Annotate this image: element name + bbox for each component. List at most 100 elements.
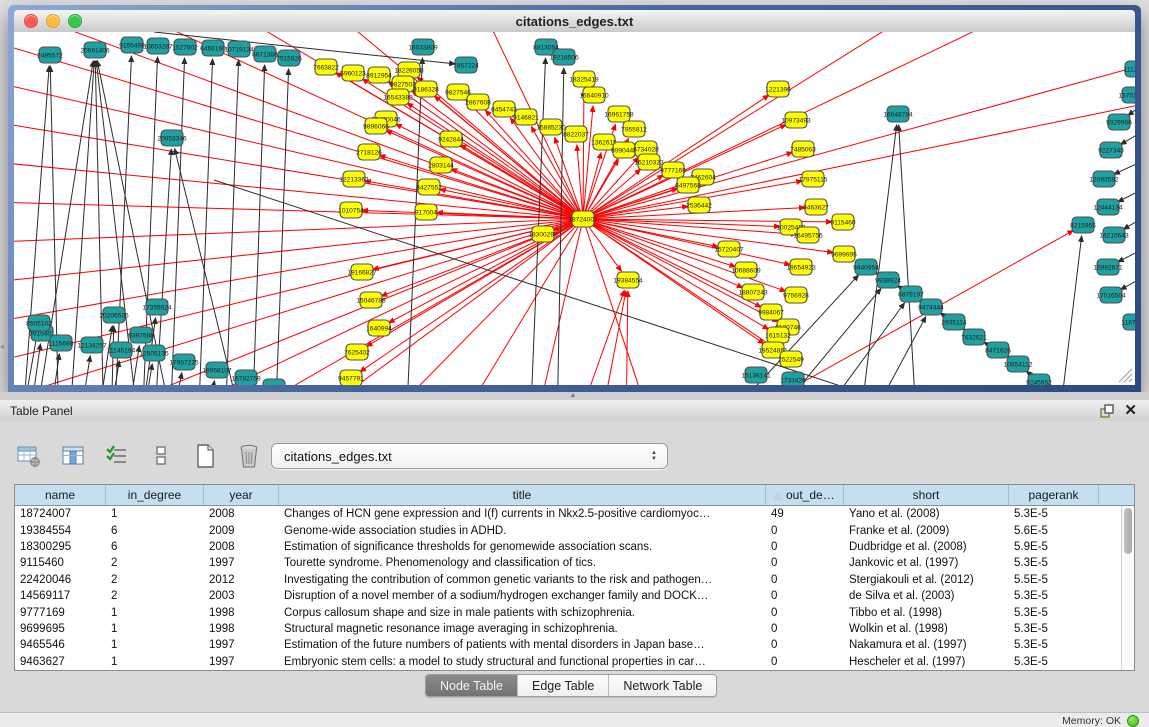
table-cell[interactable]: Tibbo et al. (1998) [844, 607, 1009, 619]
graph-node[interactable]: 9777169 [660, 162, 686, 178]
table-cell[interactable]: 9463627 [15, 656, 106, 668]
graph-node[interactable]: 15136141 [741, 367, 771, 383]
graph-node[interactable]: 16495756 [793, 227, 823, 243]
graph-node[interactable]: 20053346 [157, 130, 187, 146]
graph-node[interactable]: 15751074 [1118, 87, 1135, 103]
table-cell[interactable]: Hescheler et al. (1997) [844, 656, 1009, 668]
graph-node[interactable]: 7485063 [790, 141, 816, 157]
graph-node[interactable]: 2935114 [941, 314, 967, 330]
table-row[interactable]: 1938455462009Genome-wide association stu… [15, 522, 1134, 538]
table-cell[interactable]: 5.5E-5 [1009, 574, 1099, 586]
table-row[interactable]: 946554611997Estimation of the future num… [15, 637, 1134, 653]
graph-edge[interactable] [599, 291, 626, 385]
graph-node[interactable]: 15992871 [1093, 259, 1123, 275]
sidebar-collapse-handle[interactable]: ◂ [0, 338, 7, 356]
graph-node[interactable]: 9329966 [1106, 114, 1132, 130]
table-cell[interactable]: 2008 [204, 508, 279, 520]
table-cell[interactable]: 2012 [204, 574, 279, 586]
graph-edge[interactable] [583, 102, 1135, 219]
table-cell[interactable]: 2 [106, 557, 204, 569]
graph-node[interactable]: 12505135 [139, 345, 169, 361]
table-cell[interactable]: 1 [106, 607, 204, 619]
graph-node[interactable]: 16543382 [383, 89, 413, 105]
column-header-in_degree[interactable]: in_degree [106, 485, 204, 505]
graph-node[interactable]: 10653287 [143, 38, 173, 54]
graph-edge[interactable] [1058, 236, 1082, 385]
graph-node[interactable]: 7625402 [344, 344, 370, 360]
graph-node[interactable]: 20206506 [99, 307, 129, 323]
graph-node[interactable]: 12213363 [339, 171, 369, 187]
graph-edge[interactable] [1114, 158, 1135, 174]
table-cell[interactable]: 18724007 [15, 508, 106, 520]
table-cell[interactable]: 1 [106, 656, 204, 668]
graph-node[interactable]: 19654923 [786, 259, 816, 275]
graph-node[interactable]: 16961758 [604, 106, 634, 122]
graph-node[interactable]: 917004 [415, 204, 437, 220]
float-panel-icon[interactable] [1100, 404, 1114, 418]
graph-node[interactable]: 1115688 [49, 335, 74, 351]
graph-node[interactable]: 12093582 [1089, 171, 1119, 187]
graph-edge[interactable] [864, 317, 926, 385]
table-cell[interactable]: 2 [106, 590, 204, 602]
table-cell[interactable]: Franke et al. (2009) [844, 525, 1009, 537]
table-cell[interactable]: 0 [766, 590, 844, 602]
panel-splitter[interactable]: ▲ [0, 392, 1149, 400]
graph-node[interactable]: 5960123 [340, 65, 366, 81]
graph-edge[interactable] [530, 58, 546, 385]
graph-node[interactable]: 2536442 [686, 197, 712, 213]
graph-node[interactable]: 9457791 [338, 370, 364, 385]
table-cell[interactable]: 0 [766, 623, 844, 635]
graph-node[interactable]: 15720407 [714, 241, 744, 257]
graph-node[interactable]: 8427552 [416, 179, 442, 195]
show-columns-icon[interactable] [58, 441, 88, 471]
table-cell[interactable]: 1 [106, 508, 204, 520]
graph-node[interactable]: 18325419 [569, 71, 599, 87]
table-cell[interactable]: 1 [106, 639, 204, 651]
graph-node[interactable]: 7955812 [621, 121, 647, 137]
table-cell[interactable]: 19384554 [15, 525, 106, 537]
graph-node[interactable]: 16640910 [579, 87, 609, 103]
table-cell[interactable]: 18300295 [15, 541, 106, 553]
table-cell[interactable]: 2 [106, 574, 204, 586]
table-cell[interactable]: Wolkin et al. (1998) [844, 623, 1009, 635]
graph-node[interactable]: 18300295 [528, 226, 558, 242]
graph-edge[interactable] [275, 69, 289, 385]
table-row[interactable]: 969969511998Structural magnetic resonanc… [15, 621, 1134, 637]
graph-node[interactable]: 9227343 [1098, 142, 1124, 158]
graph-node[interactable]: 16782759 [231, 370, 261, 385]
table-cell[interactable]: 0 [766, 525, 844, 537]
graph-node-hub[interactable]: 18724007 [568, 211, 598, 227]
table-cell[interactable]: 5.3E-5 [1009, 590, 1099, 602]
table-row[interactable]: 1872400712008Changes of HCN gene express… [15, 506, 1134, 522]
table-cell[interactable]: Estimation of significance thresholds fo… [279, 541, 766, 553]
column-header-pagerank[interactable]: pagerank [1009, 485, 1099, 505]
graph-node[interactable]: 8912954 [366, 67, 392, 83]
table-cell[interactable]: Tourette syndrome. Phenomenology and cla… [279, 557, 766, 569]
table-cell[interactable]: Dudbridge et al. (2008) [844, 541, 1009, 553]
graph-node[interactable]: 6879197 [898, 286, 924, 302]
graph-node[interactable]: 7857224 [453, 57, 479, 73]
table-cell[interactable]: 1 [106, 623, 204, 635]
select-all-icon[interactable] [102, 441, 132, 471]
graph-node[interactable]: 15046788 [356, 292, 386, 308]
graph-edge[interactable] [1118, 246, 1135, 262]
column-header-year[interactable]: year [204, 485, 279, 505]
graph-node[interactable]: 8471626 [985, 342, 1011, 358]
table-row[interactable]: 911546021997Tourette syndrome. Phenomeno… [15, 555, 1134, 571]
graph-edge[interactable] [1121, 274, 1135, 290]
graph-node[interactable]: 16033809 [408, 39, 438, 55]
graph-node[interactable]: 9115460 [830, 214, 856, 230]
table-mode-icon[interactable] [14, 441, 44, 471]
table-cell[interactable]: 5.3E-5 [1009, 656, 1099, 668]
network-window-titlebar[interactable]: citations_edges.txt [14, 10, 1135, 33]
graph-node[interactable]: 1010754 [338, 202, 364, 218]
graph-node[interactable]: 8822037 [563, 126, 589, 142]
graph-node[interactable]: 7663822 [313, 59, 339, 75]
table-cell[interactable]: 9699695 [15, 623, 106, 635]
graph-node[interactable]: 9699695 [831, 246, 857, 262]
network-canvas[interactable]: 2495572206914069155498106532871527602646… [14, 32, 1135, 385]
delete-table-icon[interactable] [234, 441, 264, 471]
table-cell[interactable]: Embryonic stem cells: a model to study s… [279, 656, 766, 668]
table-cell[interactable]: 6 [106, 525, 204, 537]
graph-node[interactable]: 16210643 [1099, 227, 1129, 243]
